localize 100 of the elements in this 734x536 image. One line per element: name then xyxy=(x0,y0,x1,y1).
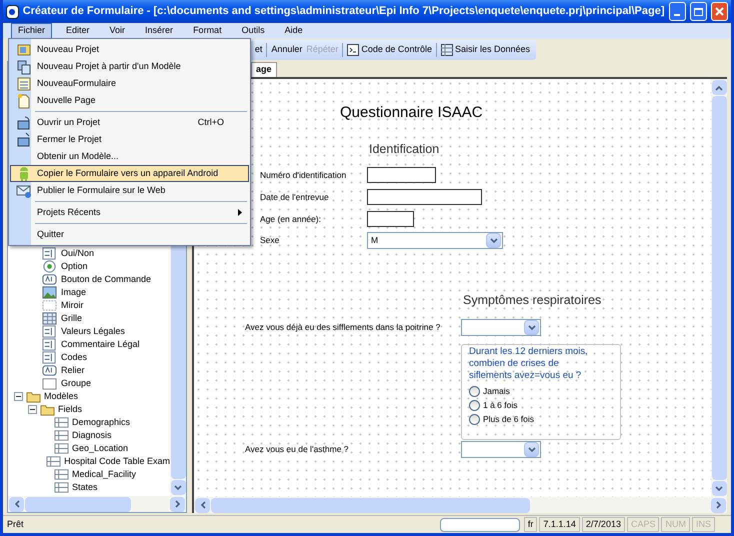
menu-option[interactable]: Ouvrir un Projet Ctrl+O xyxy=(10,114,249,131)
menu-item[interactable]: Insérer xyxy=(139,23,180,39)
tree-item[interactable]: Relier xyxy=(61,364,85,378)
radio-button[interactable] xyxy=(469,400,480,410)
horizontal-scrollbar[interactable] xyxy=(194,497,727,513)
tree-item[interactable]: Medical_Facility xyxy=(72,468,136,482)
tree-item[interactable]: Grille xyxy=(61,312,82,326)
table-icon xyxy=(54,428,69,443)
radio-icon xyxy=(42,259,57,274)
radio-button[interactable] xyxy=(469,414,480,424)
menu-option[interactable]: Copier le Formulaire vers un appareil Android xyxy=(10,165,249,182)
option-label: Jamais xyxy=(483,384,510,398)
tree-item[interactable]: Miroir xyxy=(61,298,84,312)
menu-option[interactable]: Nouvelle Page xyxy=(10,92,249,109)
group-caption: Durant les 12 derniers mois, combien de crises de siflements avez=vous eu ? xyxy=(469,346,589,382)
close-icon xyxy=(714,7,724,16)
tree-item[interactable]: Codes xyxy=(61,350,88,364)
folder-icon xyxy=(16,132,32,148)
dropdown-field[interactable] xyxy=(461,319,541,336)
minimize-button[interactable] xyxy=(668,2,686,21)
toolbar-button[interactable]: et xyxy=(254,43,262,57)
tree-item[interactable]: Bouton de Commande xyxy=(61,272,152,286)
collapse-icon[interactable] xyxy=(28,405,37,414)
text-field[interactable] xyxy=(367,167,436,183)
tree-item[interactable]: Hospital Code Table Exam xyxy=(64,454,170,468)
option-label: Plus de 6 fois xyxy=(483,412,534,426)
menu-option[interactable]: Obtenir un Modèle... xyxy=(10,148,249,165)
maximize-button[interactable] xyxy=(690,2,707,21)
tree-item[interactable]: States xyxy=(72,480,98,494)
grid-icon xyxy=(42,311,57,326)
dropdown-value: M xyxy=(371,234,378,247)
table-icon xyxy=(54,415,69,430)
folder-icon xyxy=(16,42,32,58)
tree-item[interactable]: Modèles xyxy=(44,390,78,404)
text-field[interactable] xyxy=(367,211,414,227)
envelope-icon xyxy=(16,182,32,198)
code-editor-icon xyxy=(347,44,360,56)
tree-item[interactable]: Groupe xyxy=(61,376,92,390)
tree-item[interactable]: Fields xyxy=(58,402,82,416)
dropdown-field[interactable]: M xyxy=(367,232,503,249)
menu-option[interactable]: Nouveau Projet à partir d'un Modèle xyxy=(10,58,249,75)
dropdown-arrow-icon[interactable] xyxy=(524,320,539,335)
tree-item[interactable]: Commentaire Légal xyxy=(61,338,140,352)
tree-item[interactable]: Oui/Non xyxy=(61,246,94,260)
menu-item[interactable]: Outils xyxy=(236,23,271,39)
dashed-box-icon xyxy=(42,298,57,313)
folder-icon xyxy=(16,114,32,130)
field-label: Age (en année): xyxy=(260,213,321,226)
key-indicator: NUM xyxy=(661,516,690,532)
list-field-icon xyxy=(42,337,57,352)
menu-item[interactable]: Editer xyxy=(60,23,96,39)
app-icon xyxy=(6,4,19,18)
dropdown-arrow-icon[interactable] xyxy=(524,442,539,457)
menu-option[interactable]: Nouveau Projet xyxy=(10,41,249,58)
dropdown-field[interactable] xyxy=(461,441,541,458)
dropdown-arrow-icon[interactable] xyxy=(486,233,501,248)
tree-item[interactable]: Image xyxy=(61,286,86,300)
text-field[interactable] xyxy=(367,189,482,205)
menu-option[interactable]: Publier le Formulaire sur le Web xyxy=(10,182,249,199)
horizontal-scrollbar[interactable] xyxy=(8,496,186,512)
collapse-icon[interactable] xyxy=(14,392,23,401)
menu-option[interactable]: Quitter xyxy=(10,226,249,243)
field-label: Avez vous déjà eu des sifflements dans la poitrine ? xyxy=(245,321,440,334)
status-field[interactable] xyxy=(440,518,520,532)
tree-item[interactable]: Option xyxy=(61,260,88,274)
menu-item[interactable]: Format xyxy=(187,23,228,39)
document-icon xyxy=(16,92,32,108)
list-field-icon xyxy=(42,350,57,365)
close-button[interactable] xyxy=(710,2,728,21)
tree-item[interactable]: Demographics xyxy=(72,416,130,430)
menu-option[interactable]: Fermer le Projet xyxy=(10,131,249,148)
key-indicator: CAPS xyxy=(626,516,660,532)
status-message: Prêt xyxy=(7,518,25,531)
image-icon xyxy=(42,285,57,300)
toolbar-button[interactable]: Annuler xyxy=(271,43,302,57)
option-label: 1 à 6 fois xyxy=(483,398,518,412)
window-title: Créateur de Formulaire - [c:\documents and settings\administrateur\Epi Info 7\Projects\enquete\enquete.prj\principal\Page] xyxy=(22,4,665,20)
section-heading: Symptômes respiratoires xyxy=(463,292,602,309)
vertical-scrollbar[interactable] xyxy=(711,79,727,497)
toolbar-button[interactable]: Code de Contrôle xyxy=(347,43,432,57)
form-title: Questionnaire ISAAC xyxy=(340,103,483,123)
pages-icon xyxy=(16,58,32,74)
tree-item[interactable]: Geo_Location xyxy=(72,442,128,456)
radio-button[interactable] xyxy=(469,386,480,396)
field-label: Sexe xyxy=(260,234,280,247)
section-heading: Identification xyxy=(369,141,440,158)
menu-item[interactable]: Aide xyxy=(278,23,309,39)
tree-item[interactable]: Diagnosis xyxy=(72,428,112,442)
menu-item[interactable]: Fichier xyxy=(11,23,52,39)
menu-item[interactable]: Voir xyxy=(104,23,132,39)
table-icon xyxy=(46,454,62,469)
page-tab[interactable]: age xyxy=(251,62,277,77)
toolbar-button[interactable]: Saisir les Données xyxy=(440,43,530,57)
menu-option[interactable]: Projets Récents xyxy=(10,204,249,221)
tree-item[interactable]: Valeurs Légales xyxy=(61,324,125,338)
field-label: Numéro d'identification xyxy=(260,169,346,182)
menu-option[interactable]: NouveauFormulaire xyxy=(10,75,249,92)
table-icon xyxy=(54,441,69,456)
table-icon xyxy=(54,467,69,482)
text-button-icon xyxy=(42,272,57,287)
